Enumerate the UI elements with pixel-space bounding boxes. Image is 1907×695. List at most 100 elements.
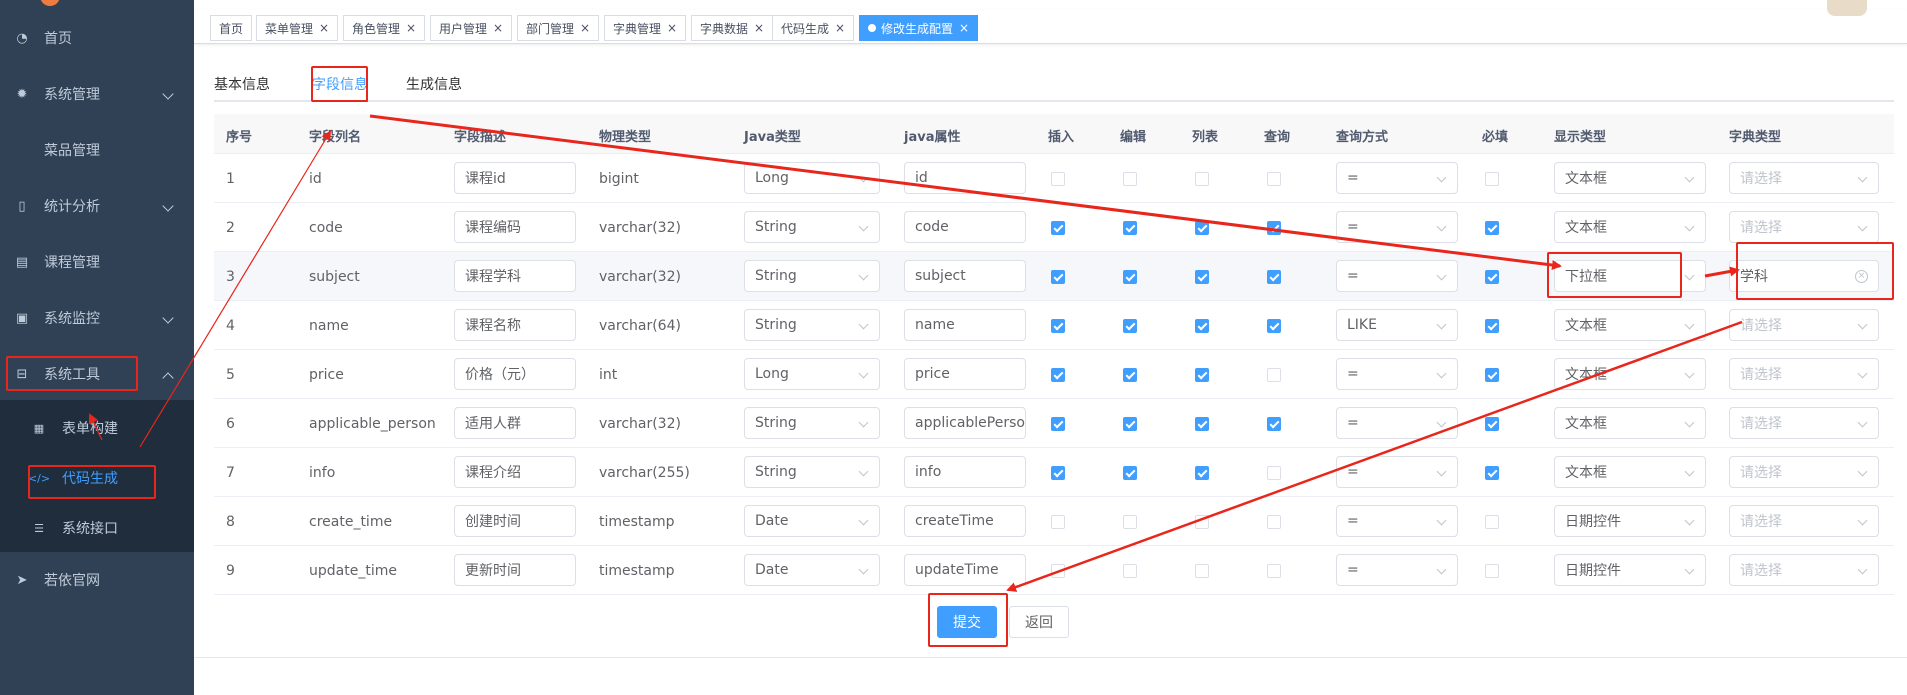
java-field-input[interactable]: subject bbox=[904, 260, 1026, 292]
sidebar-item-home[interactable]: ◔ 首页 bbox=[0, 10, 194, 66]
tag-department-management[interactable]: 部门管理 × bbox=[517, 15, 600, 41]
tag-menu-management[interactable]: 菜单管理 × bbox=[256, 15, 339, 41]
edit-checkbox[interactable] bbox=[1123, 172, 1137, 186]
required-checkbox[interactable] bbox=[1485, 221, 1499, 235]
tag-dict-data[interactable]: 字典数据 × bbox=[691, 15, 774, 41]
html-type-select[interactable]: 文本框 bbox=[1554, 407, 1706, 439]
insert-checkbox[interactable] bbox=[1051, 270, 1065, 284]
sidebar-subitem-system-api[interactable]: ☰ 系统接口 bbox=[0, 503, 194, 553]
sidebar-item-system-monitor[interactable]: ▣ 系统监控 bbox=[0, 290, 194, 346]
query-checkbox[interactable] bbox=[1267, 319, 1281, 333]
java-field-input[interactable]: code bbox=[904, 211, 1026, 243]
dict-type-select[interactable]: 请选择 bbox=[1729, 358, 1879, 390]
html-type-select[interactable]: 文本框 bbox=[1554, 456, 1706, 488]
java-type-select[interactable]: String bbox=[744, 211, 880, 243]
query-type-select[interactable]: = bbox=[1336, 407, 1458, 439]
query-type-select[interactable]: = bbox=[1336, 505, 1458, 537]
required-checkbox[interactable] bbox=[1485, 417, 1499, 431]
java-type-select[interactable]: Long bbox=[744, 162, 880, 194]
query-type-select[interactable]: = bbox=[1336, 211, 1458, 243]
list-checkbox[interactable] bbox=[1195, 417, 1209, 431]
close-icon[interactable]: × bbox=[319, 21, 329, 35]
insert-checkbox[interactable] bbox=[1051, 515, 1065, 529]
list-checkbox[interactable] bbox=[1195, 270, 1209, 284]
close-icon[interactable]: × bbox=[667, 21, 677, 35]
query-type-select[interactable]: = bbox=[1336, 162, 1458, 194]
sidebar-item-course-management[interactable]: ▤ 课程管理 bbox=[0, 234, 194, 290]
dict-type-select[interactable]: 请选择 bbox=[1729, 456, 1879, 488]
query-type-select[interactable]: = bbox=[1336, 554, 1458, 586]
html-type-select[interactable]: 日期控件 bbox=[1554, 505, 1706, 537]
list-checkbox[interactable] bbox=[1195, 515, 1209, 529]
sidebar-item-system-management[interactable]: ✹ 系统管理 bbox=[0, 66, 194, 122]
query-type-select[interactable]: LIKE bbox=[1336, 309, 1458, 341]
sidebar-item-system-tools[interactable]: ⊟ 系统工具 bbox=[0, 346, 194, 402]
sidebar-item-statistics[interactable]: ▯ 统计分析 bbox=[0, 178, 194, 234]
tag-role-management[interactable]: 角色管理 × bbox=[343, 15, 426, 41]
column-desc-input[interactable]: 课程编码 bbox=[454, 211, 576, 243]
dict-type-select[interactable]: 请选择 bbox=[1729, 407, 1879, 439]
required-checkbox[interactable] bbox=[1485, 515, 1499, 529]
query-type-select[interactable]: = bbox=[1336, 456, 1458, 488]
required-checkbox[interactable] bbox=[1485, 319, 1499, 333]
html-type-select[interactable]: 文本框 bbox=[1554, 162, 1706, 194]
avatar[interactable] bbox=[1827, 0, 1867, 16]
query-checkbox[interactable] bbox=[1267, 466, 1281, 480]
list-checkbox[interactable] bbox=[1195, 172, 1209, 186]
insert-checkbox[interactable] bbox=[1051, 417, 1065, 431]
required-checkbox[interactable] bbox=[1485, 466, 1499, 480]
column-desc-input[interactable]: 课程名称 bbox=[454, 309, 576, 341]
list-checkbox[interactable] bbox=[1195, 466, 1209, 480]
dict-type-select[interactable]: 请选择 bbox=[1729, 162, 1879, 194]
tag-edit-gen-config[interactable]: 修改生成配置 × bbox=[859, 15, 979, 41]
close-icon[interactable]: × bbox=[959, 21, 969, 35]
column-desc-input[interactable]: 课程id bbox=[454, 162, 576, 194]
query-checkbox[interactable] bbox=[1267, 368, 1281, 382]
sidebar-item-dish-management[interactable]: 菜品管理 bbox=[0, 122, 194, 178]
edit-checkbox[interactable] bbox=[1123, 417, 1137, 431]
dict-type-select[interactable]: 请选择 bbox=[1729, 211, 1879, 243]
sidebar-subitem-form-builder[interactable]: ▦ 表单构建 bbox=[0, 403, 194, 453]
edit-checkbox[interactable] bbox=[1123, 564, 1137, 578]
tab-generate-info[interactable]: 生成信息 bbox=[406, 74, 462, 94]
query-type-select[interactable]: = bbox=[1336, 358, 1458, 390]
java-type-select[interactable]: String bbox=[744, 309, 880, 341]
edit-checkbox[interactable] bbox=[1123, 515, 1137, 529]
query-type-select[interactable]: = bbox=[1336, 260, 1458, 292]
edit-checkbox[interactable] bbox=[1123, 466, 1137, 480]
dict-type-select[interactable]: 请选择 bbox=[1729, 309, 1879, 341]
close-icon[interactable]: × bbox=[580, 21, 590, 35]
java-field-input[interactable]: info bbox=[904, 456, 1026, 488]
close-icon[interactable]: × bbox=[754, 21, 764, 35]
insert-checkbox[interactable] bbox=[1051, 319, 1065, 333]
tag-dict-management[interactable]: 字典管理 × bbox=[604, 15, 687, 41]
java-field-input[interactable]: id bbox=[904, 162, 1026, 194]
close-icon[interactable]: × bbox=[406, 21, 416, 35]
edit-checkbox[interactable] bbox=[1123, 368, 1137, 382]
column-desc-input[interactable]: 课程学科 bbox=[454, 260, 576, 292]
close-icon[interactable]: × bbox=[493, 21, 503, 35]
java-type-select[interactable]: Date bbox=[744, 554, 880, 586]
query-checkbox[interactable] bbox=[1267, 270, 1281, 284]
column-desc-input[interactable]: 适用人群 bbox=[454, 407, 576, 439]
query-checkbox[interactable] bbox=[1267, 221, 1281, 235]
sidebar-subitem-code-generation[interactable]: </> 代码生成 bbox=[0, 453, 194, 503]
required-checkbox[interactable] bbox=[1485, 368, 1499, 382]
list-checkbox[interactable] bbox=[1195, 368, 1209, 382]
java-type-select[interactable]: String bbox=[744, 407, 880, 439]
html-type-select[interactable]: 下拉框 bbox=[1554, 260, 1706, 292]
java-type-select[interactable]: Long bbox=[744, 358, 880, 390]
edit-checkbox[interactable] bbox=[1123, 221, 1137, 235]
html-type-select[interactable]: 文本框 bbox=[1554, 309, 1706, 341]
close-icon[interactable]: × bbox=[835, 21, 845, 35]
column-desc-input[interactable]: 创建时间 bbox=[454, 505, 576, 537]
insert-checkbox[interactable] bbox=[1051, 172, 1065, 186]
java-field-input[interactable]: applicablePerso bbox=[904, 407, 1026, 439]
list-checkbox[interactable] bbox=[1195, 564, 1209, 578]
tab-basic-info[interactable]: 基本信息 bbox=[214, 74, 270, 94]
sidebar-item-ruoyi-website[interactable]: ➤ 若依官网 bbox=[0, 552, 194, 608]
column-desc-input[interactable]: 更新时间 bbox=[454, 554, 576, 586]
list-checkbox[interactable] bbox=[1195, 319, 1209, 333]
insert-checkbox[interactable] bbox=[1051, 466, 1065, 480]
html-type-select[interactable]: 文本框 bbox=[1554, 358, 1706, 390]
